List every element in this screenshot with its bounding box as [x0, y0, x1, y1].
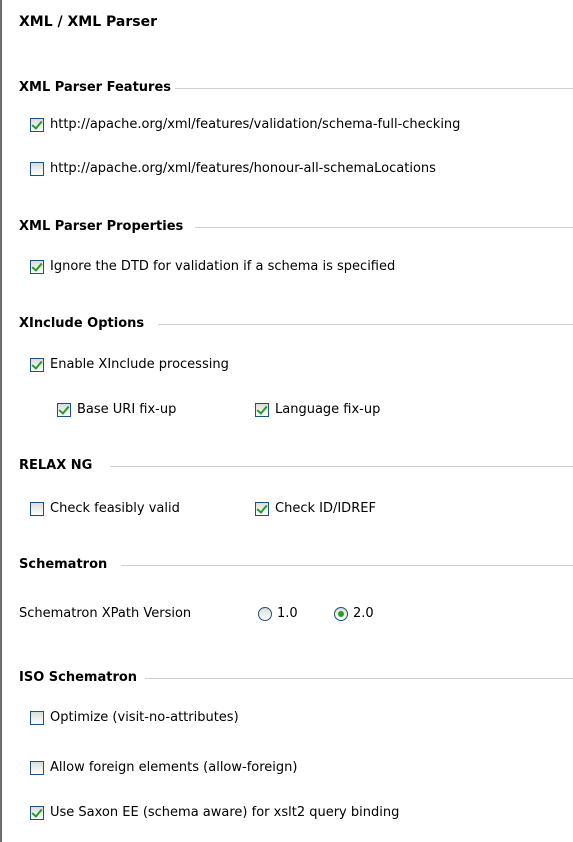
check-feasibly-valid-checkbox[interactable] [30, 502, 44, 516]
ignore-dtd-checkbox[interactable] [30, 260, 44, 274]
section-title-parser-features: XML Parser Features [19, 80, 172, 95]
schema-full-checking-option[interactable]: http://apache.org/xml/features/validatio… [30, 115, 460, 135]
checkbox-label: Allow foreign elements (allow-foreign) [50, 760, 298, 775]
panel-left-border [0, 0, 2, 842]
checkbox-label: Optimize (visit-no-attributes) [50, 710, 239, 725]
radio-label: 2.0 [353, 606, 374, 621]
use-saxon-ee-option[interactable]: Use Saxon EE (schema aware) for xslt2 qu… [30, 803, 399, 823]
page-title: XML / XML Parser [19, 14, 157, 30]
honour-all-schema-locations-checkbox[interactable] [30, 162, 44, 176]
section-separator [158, 324, 573, 325]
optimize-option[interactable]: Optimize (visit-no-attributes) [30, 708, 239, 728]
base-uri-fixup-option[interactable]: Base URI fix-up [57, 400, 176, 420]
radio-label: 1.0 [277, 606, 298, 621]
section-title-iso-schematron: ISO Schematron [19, 670, 138, 685]
section-title-relaxng: RELAX NG [19, 458, 93, 473]
checkbox-label: Ignore the DTD for validation if a schem… [50, 259, 396, 274]
checkbox-label: Check ID/IDREF [275, 501, 376, 516]
enable-xinclude-option[interactable]: Enable XInclude processing [30, 355, 229, 375]
schematron-xpath-version-label: Schematron XPath Version [19, 606, 192, 621]
use-saxon-ee-checkbox[interactable] [30, 806, 44, 820]
honour-all-schema-locations-option[interactable]: http://apache.org/xml/features/honour-al… [30, 159, 436, 179]
xpath-version-1-0-radio[interactable] [258, 607, 272, 621]
checkbox-label: Base URI fix-up [77, 402, 177, 417]
checkbox-label: Use Saxon EE (schema aware) for xslt2 qu… [50, 805, 400, 820]
checkbox-label: Enable XInclude processing [50, 357, 229, 372]
section-separator [195, 227, 573, 228]
check-id-idref-checkbox[interactable] [255, 502, 269, 516]
xpath-version-2-0-radio[interactable] [334, 607, 348, 621]
language-fixup-option[interactable]: Language fix-up [255, 400, 380, 420]
section-title-parser-properties: XML Parser Properties [19, 219, 184, 234]
xpath-version-2-0-option[interactable]: 2.0 [334, 604, 374, 624]
allow-foreign-checkbox[interactable] [30, 761, 44, 775]
section-separator [175, 88, 573, 89]
section-separator [121, 565, 573, 566]
allow-foreign-option[interactable]: Allow foreign elements (allow-foreign) [30, 758, 297, 778]
enable-xinclude-checkbox[interactable] [30, 358, 44, 372]
language-fixup-checkbox[interactable] [255, 403, 269, 417]
xpath-version-1-0-option[interactable]: 1.0 [258, 604, 298, 624]
check-id-idref-option[interactable]: Check ID/IDREF [255, 499, 376, 519]
section-separator [145, 678, 573, 679]
checkbox-label: Language fix-up [275, 402, 381, 417]
base-uri-fixup-checkbox[interactable] [57, 403, 71, 417]
ignore-dtd-option[interactable]: Ignore the DTD for validation if a schem… [30, 257, 395, 277]
checkbox-label: http://apache.org/xml/features/validatio… [50, 117, 461, 132]
section-title-schematron: Schematron [19, 557, 108, 572]
checkbox-label: Check feasibly valid [50, 501, 180, 516]
schema-full-checking-checkbox[interactable] [30, 118, 44, 132]
section-separator [110, 466, 573, 467]
check-feasibly-valid-option[interactable]: Check feasibly valid [30, 499, 180, 519]
checkbox-label: http://apache.org/xml/features/honour-al… [50, 161, 436, 176]
section-title-xinclude: XInclude Options [19, 316, 145, 331]
optimize-checkbox[interactable] [30, 711, 44, 725]
